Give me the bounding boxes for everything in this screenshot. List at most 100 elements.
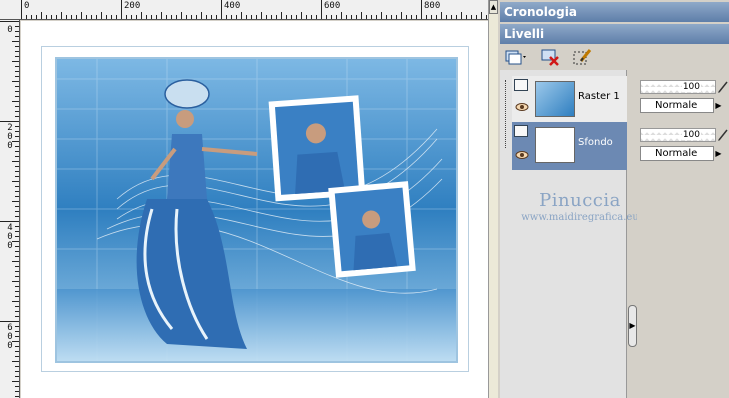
- ruler-tick: [15, 171, 19, 172]
- ruler-tick: [316, 15, 317, 19]
- ruler-tick: [91, 15, 92, 19]
- ruler-tick: [15, 286, 19, 287]
- ruler-tick: [226, 15, 227, 19]
- ruler-tick: [15, 51, 19, 52]
- ruler-tick: [331, 15, 332, 19]
- ruler-tick: [12, 181, 19, 182]
- ruler-tick: [15, 256, 19, 257]
- ruler-tick: [0, 21, 19, 22]
- blend-mode-select-raster1[interactable]: Normale ▶: [640, 98, 722, 113]
- ruler-tick: [191, 15, 192, 19]
- ruler-tick: [276, 15, 277, 19]
- ruler-tick: [15, 66, 19, 67]
- ruler-tick: [141, 12, 142, 19]
- ruler-tick: [456, 15, 457, 19]
- visibility-eye-icon[interactable]: [515, 102, 529, 112]
- edit-layer-icon[interactable]: [572, 47, 594, 67]
- ruler-tick: [121, 0, 122, 19]
- ruler-tick: [266, 15, 267, 19]
- layers-toolbar: [500, 44, 729, 70]
- ruler-tick: [76, 15, 77, 19]
- ruler-tick: [431, 15, 432, 19]
- ruler-tick: [166, 15, 167, 19]
- scroll-up-button[interactable]: ▲: [489, 0, 498, 14]
- ruler-tick: [12, 241, 19, 242]
- ruler-tick: [326, 15, 327, 19]
- ruler-tick: [386, 15, 387, 19]
- ruler-tick: [311, 15, 312, 19]
- opacity-field-sfondo[interactable]: 100: [640, 128, 716, 142]
- ruler-tick: [15, 331, 19, 332]
- ruler-tick: [15, 351, 19, 352]
- opacity-field-raster1[interactable]: 100: [640, 80, 716, 94]
- ruler-tick: [376, 15, 377, 19]
- ruler-tick: [111, 15, 112, 19]
- ruler-tick: [51, 15, 52, 19]
- ruler-tick: [461, 12, 462, 19]
- layer-thumbnail: [535, 127, 575, 163]
- ruler-tick: [361, 12, 362, 19]
- ruler-label: 600: [324, 1, 341, 11]
- ruler-label: 0: [24, 1, 30, 11]
- ruler-tick: [251, 15, 252, 19]
- ruler-tick: [171, 15, 172, 19]
- blend-mode-value: Normale: [655, 148, 698, 159]
- ruler-tick: [12, 341, 19, 342]
- ruler-tick: [466, 15, 467, 19]
- dropdown-arrow-icon[interactable]: ▶: [714, 147, 723, 160]
- history-panel-title[interactable]: Cronologia: [500, 2, 729, 22]
- ruler-tick: [441, 12, 442, 19]
- ruler-tick: [0, 321, 19, 322]
- ruler-tick: [15, 176, 19, 177]
- layer-thumbnail: [535, 81, 575, 117]
- ruler-tick: [15, 111, 19, 112]
- ruler-tick: [12, 61, 19, 62]
- blend-mode-select-sfondo[interactable]: Normale ▶: [640, 146, 722, 161]
- layer-name: Raster 1: [578, 91, 620, 102]
- watermark: Pinuccia www.maidiregrafica.eu: [500, 190, 660, 223]
- artwork-image[interactable]: [55, 57, 458, 363]
- ruler-tick: [15, 316, 19, 317]
- ruler-tick: [81, 12, 82, 19]
- ruler-tick: [156, 15, 157, 19]
- ruler-tick: [101, 12, 102, 19]
- ruler-tick: [15, 291, 19, 292]
- visibility-eye-icon[interactable]: [515, 150, 529, 160]
- document-scrollbar[interactable]: [488, 0, 498, 398]
- dropdown-arrow-icon[interactable]: ▶: [714, 99, 723, 112]
- panel-collapse-button[interactable]: ▶: [628, 305, 637, 347]
- ruler-tick: [206, 15, 207, 19]
- artwork-svg: [57, 59, 456, 361]
- ruler-tick: [41, 12, 42, 19]
- ruler-tick: [15, 211, 19, 212]
- ruler-tick: [131, 15, 132, 19]
- pen-icon[interactable]: [717, 128, 729, 142]
- ruler-tick: [15, 136, 19, 137]
- opacity-value: 100: [681, 82, 701, 92]
- ruler-tick: [21, 0, 22, 19]
- layers-panel-title[interactable]: Livelli: [500, 24, 729, 44]
- ruler-tick: [181, 12, 182, 19]
- delete-layer-icon[interactable]: [540, 47, 562, 67]
- vertical-ruler: 0 200 400 600: [0, 20, 20, 398]
- ruler-tick: [261, 12, 262, 19]
- ruler-tick: [126, 15, 127, 19]
- ruler-tick: [15, 71, 19, 72]
- layer-row-raster1[interactable]: Raster 1: [512, 76, 627, 124]
- ruler-tick: [15, 391, 19, 392]
- pen-icon[interactable]: [717, 80, 729, 94]
- ruler-tick: [15, 36, 19, 37]
- ruler-tick: [161, 12, 162, 19]
- ruler-tick: [186, 15, 187, 19]
- ruler-tick: [96, 15, 97, 19]
- ruler-tick: [86, 15, 87, 19]
- ruler-tick: [15, 236, 19, 237]
- new-layer-icon[interactable]: [504, 47, 526, 67]
- watermark-url: www.maidiregrafica.eu: [521, 212, 639, 223]
- ruler-tick: [15, 346, 19, 347]
- ruler-tick: [12, 261, 19, 262]
- ruler-tick: [291, 15, 292, 19]
- layer-row-sfondo[interactable]: Sfondo: [512, 122, 627, 170]
- ruler-tick: [61, 12, 62, 19]
- opacity-value: 100: [681, 130, 701, 140]
